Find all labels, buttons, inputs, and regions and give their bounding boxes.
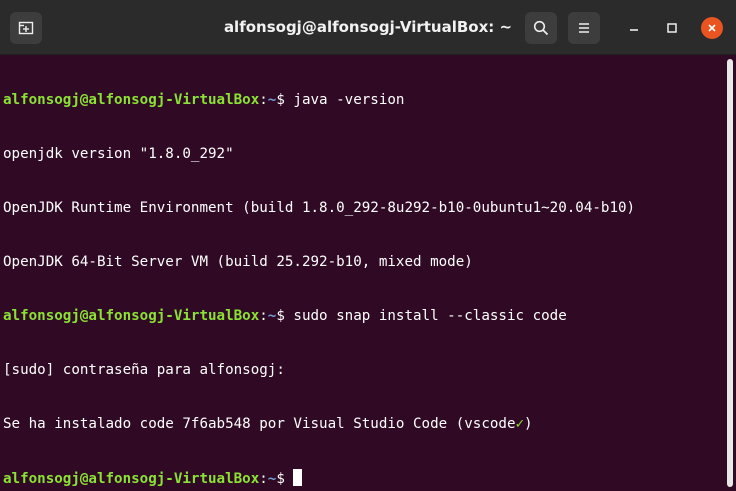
search-icon bbox=[533, 20, 549, 36]
new-tab-button[interactable] bbox=[10, 12, 42, 44]
output-text-tail: ) bbox=[524, 416, 533, 432]
prompt-user: alfonsogj@alfonsogj-VirtualBox bbox=[3, 92, 260, 108]
minimize-icon bbox=[630, 29, 638, 31]
maximize-icon bbox=[667, 23, 677, 33]
terminal-line: Se ha instalado code 7f6ab548 por Visual… bbox=[3, 415, 724, 433]
search-button[interactable] bbox=[525, 12, 557, 44]
checkmark-icon: ✓ bbox=[515, 416, 525, 432]
terminal-line: [sudo] contraseña para alfonsogj: bbox=[3, 362, 285, 378]
maximize-button[interactable] bbox=[660, 16, 684, 40]
close-icon bbox=[708, 24, 716, 32]
terminal-window: alfonsogj@alfonsogj-VirtualBox: ~ alfons… bbox=[0, 0, 736, 491]
new-tab-icon bbox=[18, 21, 34, 35]
prompt-user: alfonsogj@alfonsogj-VirtualBox bbox=[3, 308, 260, 324]
terminal-line: OpenJDK 64-Bit Server VM (build 25.292-b… bbox=[3, 254, 473, 270]
output-text: Se ha instalado code 7f6ab548 por Visual… bbox=[3, 416, 516, 432]
prompt-user: alfonsogj@alfonsogj-VirtualBox bbox=[3, 471, 260, 487]
command-text: $ java -version bbox=[276, 92, 405, 108]
terminal-line: openjdk version "1.8.0_292" bbox=[3, 146, 234, 162]
terminal-line: OpenJDK Runtime Environment (build 1.8.0… bbox=[3, 200, 636, 216]
prompt-separator: : bbox=[259, 471, 268, 487]
command-text: $ bbox=[276, 471, 294, 487]
minimize-button[interactable] bbox=[622, 16, 646, 40]
hamburger-menu-icon bbox=[579, 23, 589, 33]
terminal-line: alfonsogj@alfonsogj-VirtualBox:~$ bbox=[3, 469, 724, 487]
scrollbar-thumb[interactable] bbox=[727, 59, 733, 487]
titlebar: alfonsogj@alfonsogj-VirtualBox: ~ bbox=[0, 0, 736, 55]
terminal-output[interactable]: alfonsogj@alfonsogj-VirtualBox:~$ java -… bbox=[0, 55, 724, 491]
menu-button[interactable] bbox=[568, 12, 600, 44]
close-button[interactable] bbox=[701, 17, 723, 39]
scrollbar[interactable] bbox=[724, 55, 736, 491]
command-text: $ sudo snap install --classic code bbox=[276, 308, 567, 324]
terminal-line: alfonsogj@alfonsogj-VirtualBox:~$ java -… bbox=[3, 91, 724, 109]
text-cursor bbox=[293, 469, 303, 486]
prompt-separator: : bbox=[259, 92, 268, 108]
terminal-line: alfonsogj@alfonsogj-VirtualBox:~$ sudo s… bbox=[3, 307, 724, 325]
prompt-separator: : bbox=[259, 308, 268, 324]
